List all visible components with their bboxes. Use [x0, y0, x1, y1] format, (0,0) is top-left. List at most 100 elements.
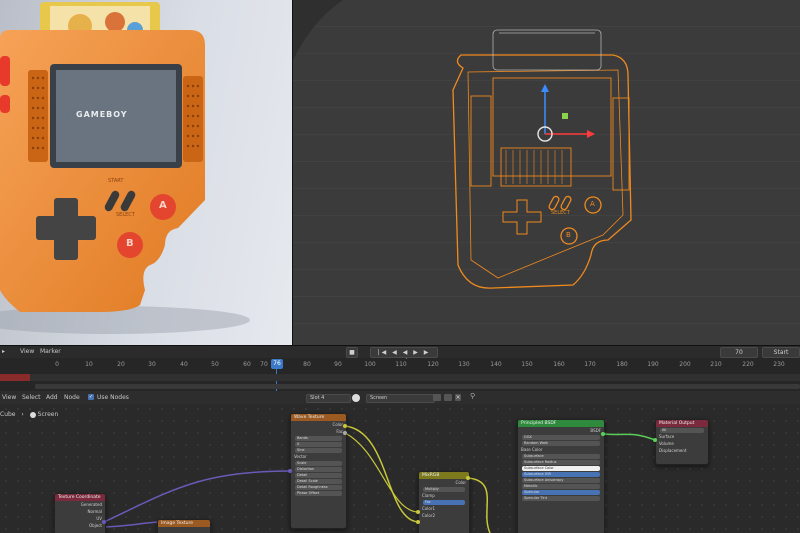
subsurface-anisotropy-field[interactable]: Subsurface Anisotropy	[522, 478, 600, 483]
keyframe-track[interactable]	[30, 374, 800, 381]
socket-label: Fac	[336, 429, 343, 434]
socket-label: UV	[96, 516, 102, 521]
preview-range-marker	[0, 374, 30, 381]
output-target-dropdown[interactable]: All	[660, 428, 704, 433]
clamp-checkbox[interactable]: Clamp	[419, 493, 469, 499]
timeline-menu-marker[interactable]: Marker	[40, 348, 61, 355]
bsdf-output-socket[interactable]	[601, 432, 605, 436]
color1-input-socket[interactable]	[416, 510, 420, 514]
node-title: Principled BSDF	[518, 420, 604, 427]
blend-mode-dropdown[interactable]: Multiply	[423, 487, 465, 492]
tick: 40	[180, 361, 188, 368]
wave-profile-dropdown[interactable]: Sine	[295, 448, 342, 453]
wave-detail-field[interactable]: Detail	[295, 473, 342, 478]
tick: 200	[679, 361, 691, 368]
tick: 0	[55, 361, 59, 368]
uv-output-socket[interactable]	[102, 520, 106, 524]
vector-input-socket[interactable]	[288, 469, 292, 473]
current-frame-indicator[interactable]: 76	[271, 359, 283, 369]
surface-input-socket[interactable]	[653, 438, 657, 442]
tick: 230	[773, 361, 785, 368]
tick: 30	[148, 361, 156, 368]
wave-texture-node[interactable]: Wave Texture Color Fac Bands X Sine Vect…	[290, 413, 347, 529]
tick: 10	[85, 361, 93, 368]
subsurface-ior-field[interactable]: Subsurface IOR	[522, 472, 600, 477]
mix-rgb-node[interactable]: MixRGB Color Multiply Clamp Fac Color1 C…	[418, 471, 470, 533]
specular-tint-field[interactable]: Specular Tint	[522, 496, 600, 501]
node-title: Material Output	[656, 420, 708, 427]
tick: 130	[458, 361, 470, 368]
wire-a-label: A	[590, 200, 595, 208]
socket-label: Object	[88, 523, 102, 528]
wave-distortion-field[interactable]: Distortion	[295, 467, 342, 472]
wave-type-dropdown[interactable]: Bands	[295, 436, 342, 441]
tick: 90	[334, 361, 342, 368]
end-frame-field[interactable]: 70	[720, 347, 758, 358]
wire-b-label: B	[566, 231, 571, 239]
wave-detail-scale-field[interactable]: Detail Scale	[295, 479, 342, 484]
socket-label: Normal	[87, 509, 102, 514]
socket-label: BSDF	[590, 428, 601, 433]
tick: 160	[553, 361, 565, 368]
node-title: Texture Coordinate	[55, 494, 105, 501]
tick: 60	[243, 361, 251, 368]
subsurface-method-dropdown[interactable]: Random Walk	[522, 441, 600, 446]
subsurface-color-field[interactable]: Subsurface Color	[522, 466, 600, 471]
principled-bsdf-node[interactable]: Principled BSDF BSDF GGX Random Walk Bas…	[517, 419, 605, 533]
wave-scale-field[interactable]: Scale	[295, 461, 342, 466]
tick: 70	[260, 361, 268, 368]
start-frame-field[interactable]: Start	[762, 347, 800, 358]
timeline-menu-view[interactable]: View	[20, 348, 34, 355]
b-button-label: B	[126, 238, 134, 249]
node-title: Image Texture	[158, 520, 210, 527]
metallic-field[interactable]: Metallic	[522, 484, 600, 489]
playback-controls[interactable]: |◀ ◀ ◀ ▶ ▶ ▶|	[370, 347, 438, 365]
socket-label: Color	[455, 480, 466, 485]
tick: 20	[117, 361, 125, 368]
socket-label: Color2	[422, 513, 435, 518]
tick: 50	[211, 361, 219, 368]
shader-node-editor[interactable]: View Select Add Node ✓ Use Nodes Slot 4 …	[0, 391, 800, 533]
specular-field[interactable]: Specular	[522, 490, 600, 495]
socket-label: Vector	[294, 454, 307, 459]
wave-detail-roughness-field[interactable]: Detail Roughness	[295, 485, 342, 490]
wave-phase-offset-field[interactable]: Phase Offset	[295, 491, 342, 496]
tick: 120	[427, 361, 439, 368]
socket-label: Color1	[422, 506, 435, 511]
wire-select-label: SELECT	[551, 210, 570, 216]
stop-button[interactable]: ■	[346, 347, 358, 358]
socket-label: Color	[332, 422, 343, 427]
subsurface-field[interactable]: Subsurface	[522, 454, 600, 459]
image-texture-node[interactable]: Image Texture	[157, 519, 211, 533]
socket-label: Volume	[659, 441, 674, 446]
color2-input-socket[interactable]	[416, 520, 420, 524]
wave-direction-dropdown[interactable]: X	[295, 442, 342, 447]
tick: 110	[395, 361, 407, 368]
node-title: Wave Texture	[291, 414, 346, 421]
gameboy-render	[0, 2, 250, 334]
socket-label: Surface	[659, 434, 675, 439]
fac-output-socket[interactable]	[343, 431, 347, 435]
timeline-editor-icon[interactable]: ▸	[2, 348, 5, 355]
mix-output-socket[interactable]	[466, 476, 470, 480]
3d-viewport[interactable]: SELECT A B	[293, 0, 800, 345]
tick: 210	[710, 361, 722, 368]
fac-field[interactable]: Fac	[423, 500, 465, 505]
wireframe-model	[293, 0, 632, 289]
timeline-scrollbar[interactable]	[35, 384, 800, 389]
tick: 190	[647, 361, 659, 368]
texture-coordinate-node[interactable]: Texture Coordinate Generated Normal UV O…	[54, 493, 106, 533]
socket-label: Displacement	[659, 448, 687, 453]
material-output-node[interactable]: Material Output All Surface Volume Displ…	[655, 419, 709, 465]
tick: 180	[616, 361, 628, 368]
tick: 100	[364, 361, 376, 368]
socket-label: Generated	[80, 502, 102, 507]
tick: 220	[742, 361, 754, 368]
subsurface-radius-field[interactable]: Subsurface Radius	[522, 460, 600, 465]
timeline-ruler[interactable]: 0 10 20 30 40 50 60 70 80 90 100 110 120…	[0, 359, 800, 371]
timeline[interactable]: ▸ View Marker ■ |◀ ◀ ◀ ▶ ▶ ▶| 70 Start 0…	[0, 345, 800, 391]
distribution-dropdown[interactable]: GGX	[522, 435, 600, 440]
tick: 170	[584, 361, 596, 368]
color-output-socket[interactable]	[343, 424, 347, 428]
start-label: START	[108, 178, 124, 184]
